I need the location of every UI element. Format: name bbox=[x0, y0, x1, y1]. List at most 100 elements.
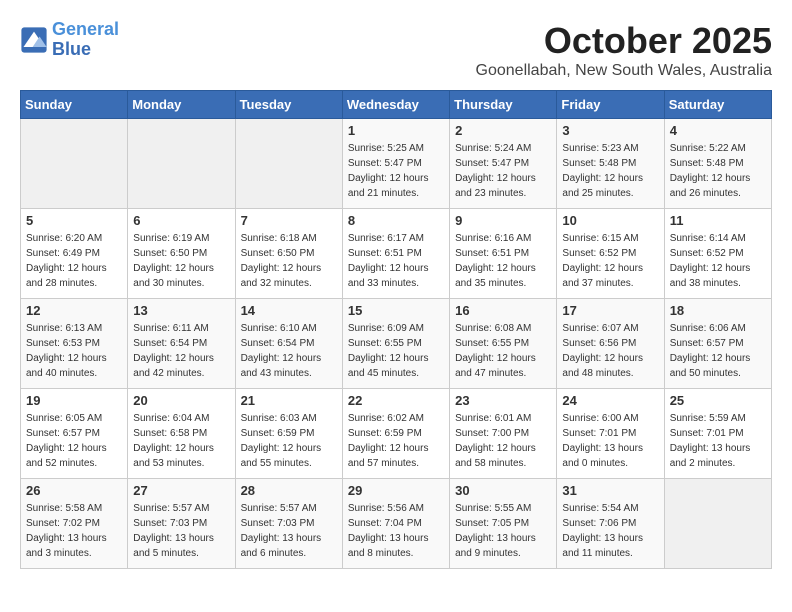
cell-info: Sunrise: 5:56 AM Sunset: 7:04 PM Dayligh… bbox=[348, 501, 444, 561]
calendar-cell: 7 Sunrise: 6:18 AM Sunset: 6:50 PM Daylig… bbox=[235, 209, 342, 299]
weekday-header-monday: Monday bbox=[128, 91, 235, 119]
day-number: 8 bbox=[348, 213, 444, 228]
cell-info: Sunrise: 6:20 AM Sunset: 6:49 PM Dayligh… bbox=[26, 231, 122, 291]
day-number: 11 bbox=[670, 213, 766, 228]
weekday-header-sunday: Sunday bbox=[21, 91, 128, 119]
calendar-cell: 22 Sunrise: 6:02 AM Sunset: 6:59 PM Dayli… bbox=[342, 389, 449, 479]
cell-info: Sunrise: 6:14 AM Sunset: 6:52 PM Dayligh… bbox=[670, 231, 766, 291]
day-number: 28 bbox=[241, 483, 337, 498]
calendar-cell: 3Sunrise: 5:23 AM Sunset: 5:48 PM Daylig… bbox=[557, 119, 664, 209]
calendar-cell: 21 Sunrise: 6:03 AM Sunset: 6:59 PM Dayli… bbox=[235, 389, 342, 479]
calendar-cell: 10Sunrise: 6:15 AM Sunset: 6:52 PM Dayli… bbox=[557, 209, 664, 299]
weekday-header-wednesday: Wednesday bbox=[342, 91, 449, 119]
calendar-cell: 16Sunrise: 6:08 AM Sunset: 6:55 PM Dayli… bbox=[450, 299, 557, 389]
cell-info: Sunrise: 5:24 AM Sunset: 5:47 PM Dayligh… bbox=[455, 141, 551, 201]
calendar-cell: 26Sunrise: 5:58 AM Sunset: 7:02 PM Dayli… bbox=[21, 479, 128, 569]
cell-info: Sunrise: 5:59 AM Sunset: 7:01 PM Dayligh… bbox=[670, 411, 766, 471]
day-number: 23 bbox=[455, 393, 551, 408]
day-number: 14 bbox=[241, 303, 337, 318]
cell-info: Sunrise: 5:57 AM Sunset: 7:03 PM Dayligh… bbox=[133, 501, 229, 561]
calendar-cell: 19 Sunrise: 6:05 AM Sunset: 6:57 PM Dayli… bbox=[21, 389, 128, 479]
calendar-week-5: 26Sunrise: 5:58 AM Sunset: 7:02 PM Dayli… bbox=[21, 479, 772, 569]
day-number: 26 bbox=[26, 483, 122, 498]
cell-info: Sunrise: 5:23 AM Sunset: 5:48 PM Dayligh… bbox=[562, 141, 658, 201]
cell-info: Sunrise: 6:16 AM Sunset: 6:51 PM Dayligh… bbox=[455, 231, 551, 291]
title-block: October 2025 Goonellabah, New South Wale… bbox=[476, 20, 772, 80]
day-number: 18 bbox=[670, 303, 766, 318]
calendar-cell: 20 Sunrise: 6:04 AM Sunset: 6:58 PM Dayli… bbox=[128, 389, 235, 479]
page-header: General Blue October 2025 Goonellabah, N… bbox=[20, 20, 772, 80]
day-number: 2 bbox=[455, 123, 551, 138]
day-number: 19 bbox=[26, 393, 122, 408]
day-number: 15 bbox=[348, 303, 444, 318]
calendar-cell: 6 Sunrise: 6:19 AM Sunset: 6:50 PM Daylig… bbox=[128, 209, 235, 299]
calendar-table: SundayMondayTuesdayWednesdayThursdayFrid… bbox=[20, 90, 772, 569]
cell-info: Sunrise: 6:08 AM Sunset: 6:55 PM Dayligh… bbox=[455, 321, 551, 381]
day-number: 25 bbox=[670, 393, 766, 408]
cell-info: Sunrise: 6:04 AM Sunset: 6:58 PM Dayligh… bbox=[133, 411, 229, 471]
day-number: 6 bbox=[133, 213, 229, 228]
calendar-cell bbox=[235, 119, 342, 209]
calendar-cell: 5 Sunrise: 6:20 AM Sunset: 6:49 PM Daylig… bbox=[21, 209, 128, 299]
cell-info: Sunrise: 6:17 AM Sunset: 6:51 PM Dayligh… bbox=[348, 231, 444, 291]
calendar-cell bbox=[664, 479, 771, 569]
calendar-week-4: 19 Sunrise: 6:05 AM Sunset: 6:57 PM Dayli… bbox=[21, 389, 772, 479]
day-number: 20 bbox=[133, 393, 229, 408]
logo-icon bbox=[20, 26, 48, 54]
calendar-cell: 18 Sunrise: 6:06 AM Sunset: 6:57 PM Dayli… bbox=[664, 299, 771, 389]
calendar-week-3: 12 Sunrise: 6:13 AM Sunset: 6:53 PM Dayli… bbox=[21, 299, 772, 389]
day-number: 29 bbox=[348, 483, 444, 498]
cell-info: Sunrise: 6:02 AM Sunset: 6:59 PM Dayligh… bbox=[348, 411, 444, 471]
day-number: 7 bbox=[241, 213, 337, 228]
day-number: 22 bbox=[348, 393, 444, 408]
calendar-cell bbox=[128, 119, 235, 209]
cell-info: Sunrise: 6:13 AM Sunset: 6:53 PM Dayligh… bbox=[26, 321, 122, 381]
cell-info: Sunrise: 6:19 AM Sunset: 6:50 PM Dayligh… bbox=[133, 231, 229, 291]
month-title: October 2025 bbox=[476, 20, 772, 62]
cell-info: Sunrise: 5:22 AM Sunset: 5:48 PM Dayligh… bbox=[670, 141, 766, 201]
calendar-cell: 12 Sunrise: 6:13 AM Sunset: 6:53 PM Dayli… bbox=[21, 299, 128, 389]
cell-info: Sunrise: 6:00 AM Sunset: 7:01 PM Dayligh… bbox=[562, 411, 658, 471]
cell-info: Sunrise: 6:18 AM Sunset: 6:50 PM Dayligh… bbox=[241, 231, 337, 291]
day-number: 31 bbox=[562, 483, 658, 498]
day-number: 12 bbox=[26, 303, 122, 318]
calendar-cell: 17Sunrise: 6:07 AM Sunset: 6:56 PM Dayli… bbox=[557, 299, 664, 389]
calendar-cell: 15Sunrise: 6:09 AM Sunset: 6:55 PM Dayli… bbox=[342, 299, 449, 389]
cell-info: Sunrise: 5:54 AM Sunset: 7:06 PM Dayligh… bbox=[562, 501, 658, 561]
calendar-cell: 14Sunrise: 6:10 AM Sunset: 6:54 PM Dayli… bbox=[235, 299, 342, 389]
calendar-cell: 4 Sunrise: 5:22 AM Sunset: 5:48 PM Daylig… bbox=[664, 119, 771, 209]
weekday-header-tuesday: Tuesday bbox=[235, 91, 342, 119]
calendar-cell: 1Sunrise: 5:25 AM Sunset: 5:47 PM Daylig… bbox=[342, 119, 449, 209]
calendar-cell: 24 Sunrise: 6:00 AM Sunset: 7:01 PM Dayli… bbox=[557, 389, 664, 479]
cell-info: Sunrise: 6:05 AM Sunset: 6:57 PM Dayligh… bbox=[26, 411, 122, 471]
calendar-week-1: 1Sunrise: 5:25 AM Sunset: 5:47 PM Daylig… bbox=[21, 119, 772, 209]
day-number: 24 bbox=[562, 393, 658, 408]
calendar-cell: 23 Sunrise: 6:01 AM Sunset: 7:00 PM Dayli… bbox=[450, 389, 557, 479]
cell-info: Sunrise: 6:11 AM Sunset: 6:54 PM Dayligh… bbox=[133, 321, 229, 381]
day-number: 27 bbox=[133, 483, 229, 498]
day-number: 4 bbox=[670, 123, 766, 138]
cell-info: Sunrise: 6:01 AM Sunset: 7:00 PM Dayligh… bbox=[455, 411, 551, 471]
weekday-header-row: SundayMondayTuesdayWednesdayThursdayFrid… bbox=[21, 91, 772, 119]
cell-info: Sunrise: 6:07 AM Sunset: 6:56 PM Dayligh… bbox=[562, 321, 658, 381]
weekday-header-saturday: Saturday bbox=[664, 91, 771, 119]
calendar-cell: 28 Sunrise: 5:57 AM Sunset: 7:03 PM Dayli… bbox=[235, 479, 342, 569]
calendar-cell: 27 Sunrise: 5:57 AM Sunset: 7:03 PM Dayli… bbox=[128, 479, 235, 569]
calendar-cell: 31 Sunrise: 5:54 AM Sunset: 7:06 PM Dayli… bbox=[557, 479, 664, 569]
day-number: 21 bbox=[241, 393, 337, 408]
calendar-cell: 25 Sunrise: 5:59 AM Sunset: 7:01 PM Dayli… bbox=[664, 389, 771, 479]
logo: General Blue bbox=[20, 20, 119, 60]
calendar-cell: 13Sunrise: 6:11 AM Sunset: 6:54 PM Dayli… bbox=[128, 299, 235, 389]
calendar-week-2: 5 Sunrise: 6:20 AM Sunset: 6:49 PM Daylig… bbox=[21, 209, 772, 299]
cell-info: Sunrise: 6:15 AM Sunset: 6:52 PM Dayligh… bbox=[562, 231, 658, 291]
calendar-cell: 8 Sunrise: 6:17 AM Sunset: 6:51 PM Daylig… bbox=[342, 209, 449, 299]
logo-text: General Blue bbox=[52, 20, 119, 60]
cell-info: Sunrise: 5:57 AM Sunset: 7:03 PM Dayligh… bbox=[241, 501, 337, 561]
weekday-header-friday: Friday bbox=[557, 91, 664, 119]
day-number: 30 bbox=[455, 483, 551, 498]
cell-info: Sunrise: 6:03 AM Sunset: 6:59 PM Dayligh… bbox=[241, 411, 337, 471]
day-number: 5 bbox=[26, 213, 122, 228]
day-number: 1 bbox=[348, 123, 444, 138]
calendar-cell: 29 Sunrise: 5:56 AM Sunset: 7:04 PM Dayli… bbox=[342, 479, 449, 569]
cell-info: Sunrise: 6:06 AM Sunset: 6:57 PM Dayligh… bbox=[670, 321, 766, 381]
